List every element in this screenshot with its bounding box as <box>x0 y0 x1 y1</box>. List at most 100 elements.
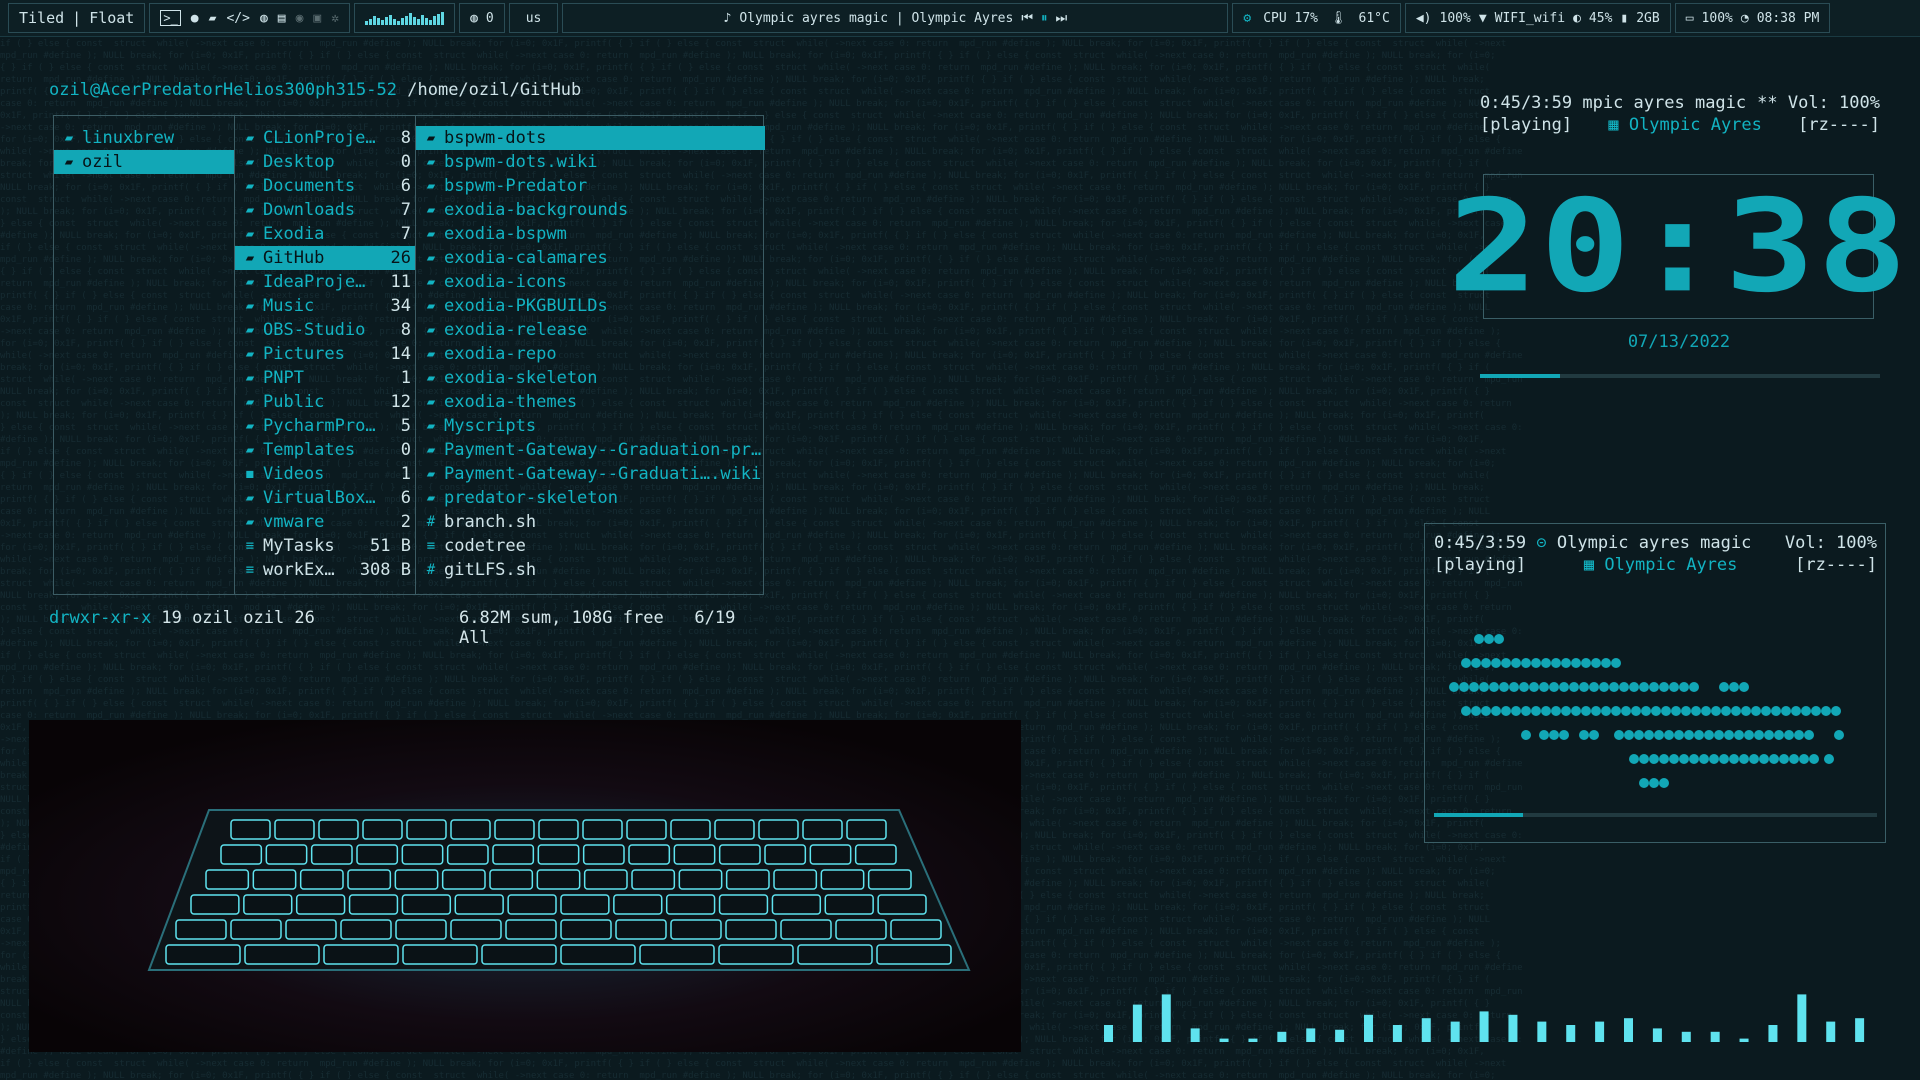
folder-icon[interactable]: ▰ <box>209 11 217 26</box>
directory-entry-name: OBS-Studio <box>263 320 366 340</box>
next-track-icon[interactable]: ⏭ <box>1056 11 1068 26</box>
video-icon[interactable]: ▣ <box>313 11 321 26</box>
visualizer-dot <box>1551 706 1561 716</box>
preview-entry-row[interactable]: ▰ exodia-release <box>416 318 765 342</box>
keyboard-key <box>394 869 439 890</box>
directory-entry-name: Templates <box>263 440 356 460</box>
directory-entry-row[interactable]: ▰ Desktop 0 <box>235 150 415 174</box>
preview-entry-row[interactable]: ▰ exodia-repo <box>416 342 765 366</box>
sparkline-bar <box>385 17 389 25</box>
directory-entry-row[interactable]: ▰ VirtualBox… 6 <box>235 486 415 510</box>
parent-entry-row[interactable]: ▰ linuxbrew <box>54 126 234 150</box>
directory-entry-row[interactable]: ≡ workEx… 308 B <box>235 558 415 582</box>
folder-icon: ▰ <box>426 202 436 218</box>
visualizer-dot <box>1449 682 1459 692</box>
visualizer-dot <box>1731 706 1741 716</box>
keyboard-key <box>454 894 504 915</box>
directory-entry-row[interactable]: ▰ Public 12 <box>235 390 415 414</box>
keyboard-key <box>536 869 581 890</box>
visualizer-dot <box>1711 706 1721 716</box>
layout-tiled-button[interactable]: Tiled <box>19 9 64 27</box>
directory-entry-row[interactable]: ▰ Pictures 14 <box>235 342 415 366</box>
mpc-widget-bottom: 0:45/3:59 ⊝ Olympic ayres magic Vol: 100… <box>1434 533 1877 575</box>
wifi-name: WIFI_wifi <box>1494 10 1566 26</box>
terminal-icon[interactable]: >_ <box>160 10 181 26</box>
directory-entry-row[interactable]: ▰ PNPT 1 <box>235 366 415 390</box>
preview-entry-row[interactable]: ▰ bspwm-dots <box>416 126 765 150</box>
folder-icon: ▰ <box>245 514 255 530</box>
github-alt-icon[interactable]: ◍ <box>260 11 268 26</box>
clock-date: 07/13/2022 <box>1627 332 1731 352</box>
wifi-icon[interactable]: ▼ <box>1479 11 1487 26</box>
directory-entry-row[interactable]: ▰ Templates 0 <box>235 438 415 462</box>
visualizer-bar <box>1479 1011 1489 1042</box>
preview-entry-row[interactable]: ▰ exodia-skeleton <box>416 366 765 390</box>
gear-icon[interactable]: ✲ <box>331 11 339 26</box>
visualizer-dot <box>1459 682 1469 692</box>
brightness-icon[interactable]: ◐ <box>1573 11 1581 26</box>
visualizer-dot <box>1761 706 1771 716</box>
github-notification-icon: ◍ <box>470 10 478 26</box>
keyboard-layout[interactable]: us <box>508 3 559 33</box>
preview-entry-name: bspwm-dots.wiki <box>444 152 598 172</box>
visualizer-dot <box>1539 730 1549 740</box>
visualizer-dot <box>1539 682 1549 692</box>
github-icon[interactable]: ● <box>191 11 199 26</box>
directory-entry-row[interactable]: ▰ Documents 6 <box>235 174 415 198</box>
directory-entry-row[interactable]: ▰ IdeaProje… 11 <box>235 270 415 294</box>
visualizer-dot <box>1659 754 1669 764</box>
preview-entry-row[interactable]: ▰ exodia-bspwm <box>416 222 765 246</box>
github-notifications[interactable]: ◍ 0 <box>459 3 505 33</box>
preview-entry-row[interactable]: # branch.sh <box>416 510 765 534</box>
preview-entry-row[interactable]: # gitLFS.sh <box>416 558 765 582</box>
ranger-header: ozil@AcerPredatorHelios300ph315-52 /home… <box>49 80 581 100</box>
keyboard-key <box>718 944 794 965</box>
visualizer-dot <box>1734 730 1744 740</box>
visualizer-dot <box>1781 706 1791 716</box>
preview-entry-row[interactable]: ▰ exodia-icons <box>416 270 765 294</box>
preview-entry-row[interactable]: ▰ bspwm-dots.wiki <box>416 150 765 174</box>
directory-entry-row[interactable]: ▰ GitHub 26 <box>235 246 415 270</box>
preview-entry-row[interactable]: ▰ bspwm-Predator <box>416 174 765 198</box>
directory-entry-row[interactable]: ▰ Exodia 7 <box>235 222 415 246</box>
visualizer-dot <box>1729 682 1739 692</box>
preview-entry-row[interactable]: ≡ codetree <box>416 534 765 558</box>
folder-icon: ▰ <box>426 130 436 146</box>
volume-icon[interactable]: ◀) <box>1416 11 1432 26</box>
parent-entry-row[interactable]: ▰ ozil <box>54 150 234 174</box>
visualizer-dot <box>1791 706 1801 716</box>
directory-entry-row[interactable]: ▰ OBS-Studio 8 <box>235 318 415 342</box>
visualizer-dot <box>1699 754 1709 764</box>
progress-bar-bottom[interactable] <box>1434 813 1877 817</box>
directory-entry-row[interactable]: ≡ MyTasks 51 B <box>235 534 415 558</box>
keyboard-key <box>220 844 263 865</box>
book-icon[interactable]: ▤ <box>278 11 286 26</box>
directory-entry-row[interactable]: ▰ PycharmPro… 5 <box>235 414 415 438</box>
preview-entry-row[interactable]: ▰ Payment-Gateway--Graduati….wiki <box>416 462 765 486</box>
preview-entry-row[interactable]: ▰ exodia-backgrounds <box>416 198 765 222</box>
chat-icon[interactable]: ◉ <box>296 11 304 26</box>
directory-entry-row[interactable]: ◼ Videos 1 <box>235 462 415 486</box>
preview-entry-row[interactable]: ▰ exodia-PKGBUILDs <box>416 294 765 318</box>
pause-icon[interactable]: ⏸ <box>1041 11 1048 26</box>
preview-entry-row[interactable]: ▰ Payment-Gateway--Graduation-pr… <box>416 438 765 462</box>
directory-entry-name: VirtualBox… <box>263 488 376 508</box>
directory-entry-row[interactable]: ▰ vmware 2 <box>235 510 415 534</box>
directory-entry-row[interactable]: ▰ Downloads 7 <box>235 198 415 222</box>
layout-float-button[interactable]: Float <box>89 9 134 27</box>
keyboard-key <box>583 869 628 890</box>
mpc-bottom-line2: [playing] ▦ Olympic Ayres [rz----] <box>1434 555 1877 575</box>
progress-bar-top[interactable] <box>1480 374 1880 378</box>
directory-entry-row[interactable]: ▰ CLionProje… 8 <box>235 126 415 150</box>
directory-entry-row[interactable]: ▰ Music 34 <box>235 294 415 318</box>
sparkline-bar <box>429 20 433 25</box>
previous-track-icon[interactable]: ⏮ <box>1021 11 1033 26</box>
preview-entry-row[interactable]: ▰ exodia-calamares <box>416 246 765 270</box>
preview-entry-row[interactable]: ▰ Myscripts <box>416 414 765 438</box>
keyboard-key <box>758 819 799 840</box>
preview-entry-row[interactable]: ▰ exodia-themes <box>416 390 765 414</box>
keyboard-key <box>402 944 478 965</box>
memory-usage: 2GB <box>1636 10 1660 26</box>
preview-entry-row[interactable]: ▰ predator-skeleton <box>416 486 765 510</box>
code-icon[interactable]: </> <box>226 11 249 26</box>
